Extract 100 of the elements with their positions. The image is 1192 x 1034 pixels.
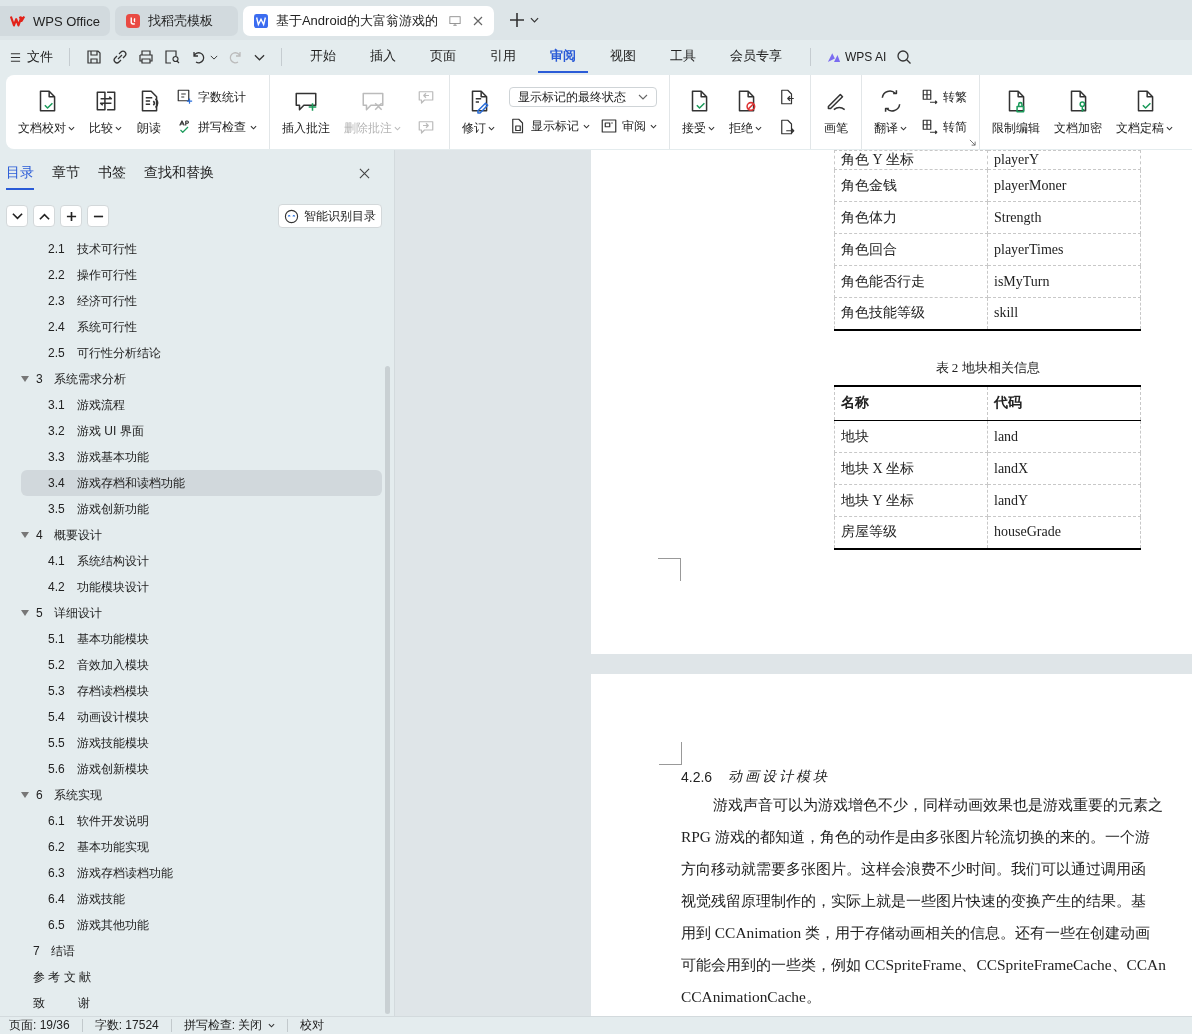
- expand-triangle-icon[interactable]: [21, 532, 29, 538]
- ribbon-tab[interactable]: 视图: [598, 41, 648, 73]
- toc-item[interactable]: 5.1 基本功能模块: [21, 626, 382, 652]
- document-tab[interactable]: 基于Android的大富翁游戏的: [242, 6, 494, 36]
- status-text: 字数: 17524: [94, 1017, 159, 1034]
- ribbon-tab[interactable]: 会员专享: [718, 41, 794, 73]
- toc-item[interactable]: 6.4 游戏技能: [21, 886, 382, 912]
- spell-check-status[interactable]: 拼写检查: 关闭: [183, 1017, 276, 1034]
- ribbon-button[interactable]: 画笔: [823, 87, 849, 137]
- toc-item[interactable]: 致 谢: [21, 990, 382, 1016]
- ribbon-button[interactable]: 字数统计: [176, 86, 246, 108]
- toc-item[interactable]: 4.1 系统结构设计: [21, 548, 382, 574]
- panel-tab[interactable]: 章节: [52, 156, 80, 190]
- collapse-button[interactable]: [6, 205, 28, 227]
- ai-button[interactable]: WPS AI: [827, 50, 887, 64]
- panel-tab[interactable]: 目录: [6, 156, 34, 190]
- ribbon-button[interactable]: 接受: [682, 87, 715, 137]
- toc-item[interactable]: 6.1 软件开发说明: [21, 808, 382, 834]
- panel-tab[interactable]: 查找和替换: [144, 156, 214, 190]
- document-tab[interactable]: WPS Office: [0, 6, 110, 36]
- toc-item[interactable]: 3.5 游戏创新功能: [21, 496, 382, 522]
- close-icon[interactable]: [471, 15, 484, 27]
- save-icon[interactable]: [86, 49, 102, 65]
- ribbon-button[interactable]: 审阅: [600, 115, 657, 137]
- ribbon-button[interactable]: 显示标记: [509, 115, 590, 137]
- ribbon-button[interactable]: 比较: [89, 87, 122, 137]
- toc-item[interactable]: 5.4 动画设计模块: [21, 704, 382, 730]
- caret-icon[interactable]: [254, 53, 265, 61]
- expand-triangle-icon[interactable]: [21, 376, 29, 382]
- toc-item[interactable]: 2.3 经济可行性: [21, 288, 382, 314]
- link-icon[interactable]: [112, 49, 128, 65]
- toc-item[interactable]: 3 系统需求分析: [21, 366, 382, 392]
- toc-item[interactable]: 6.5 游戏其他功能: [21, 912, 382, 938]
- ribbon-button[interactable]: 文档校对: [18, 87, 75, 137]
- close-icon[interactable]: [359, 167, 370, 179]
- toc-item[interactable]: 5.5 游戏技能模块: [21, 730, 382, 756]
- flame-app-icon: [124, 14, 141, 28]
- ribbon-tab[interactable]: 开始: [298, 41, 348, 73]
- ribbon-button[interactable]: 转简: [921, 116, 967, 138]
- caret-icon[interactable]: [210, 54, 218, 60]
- expand-triangle-icon[interactable]: [21, 792, 29, 798]
- toc-item[interactable]: 2.4 系统可行性: [21, 314, 382, 340]
- section-number: 3.1: [48, 398, 66, 412]
- tab-title: 找稻壳模板: [147, 12, 213, 30]
- undo-icon[interactable]: [190, 49, 206, 65]
- document-tab[interactable]: 找稻壳模板: [114, 6, 238, 36]
- print-icon[interactable]: [138, 49, 154, 65]
- file-menu-button[interactable]: 文件: [10, 48, 53, 66]
- ribbon-button[interactable]: 限制编辑: [992, 87, 1040, 137]
- toc-item[interactable]: 3.4 游戏存档和读档功能: [21, 470, 382, 496]
- toc-item[interactable]: 5.2 音效加入模块: [21, 652, 382, 678]
- ribbon-button[interactable]: 插入批注: [282, 87, 330, 137]
- ribbon-button[interactable]: 修订: [462, 87, 495, 137]
- expand-button[interactable]: [33, 205, 55, 227]
- print-preview-icon[interactable]: [164, 49, 180, 65]
- toc-item[interactable]: 6.3 游戏存档读档功能: [21, 860, 382, 886]
- caret-icon[interactable]: [529, 17, 539, 23]
- toc-item[interactable]: 3.2 游戏 UI 界面: [21, 418, 382, 444]
- ribbon-tab[interactable]: 页面: [418, 41, 468, 73]
- smart-toc-button[interactable]: 智能识别目录: [278, 204, 382, 228]
- ribbon-tab[interactable]: 审阅: [538, 41, 588, 73]
- toc-item[interactable]: 3.1 游戏流程: [21, 392, 382, 418]
- section-number: 3.5: [48, 502, 66, 516]
- toc-item[interactable]: 6.2 基本功能实现: [21, 834, 382, 860]
- expand-triangle-icon[interactable]: [21, 610, 29, 616]
- table-cell: isMyTurn: [987, 265, 1141, 298]
- toc-item[interactable]: 5.3 存档读档模块: [21, 678, 382, 704]
- add-button[interactable]: [60, 205, 82, 227]
- panel-tab[interactable]: 书签: [98, 156, 126, 190]
- ribbon-button[interactable]: 转繁: [921, 86, 967, 108]
- toc-item[interactable]: 4.2 功能模块设计: [21, 574, 382, 600]
- monitor-icon[interactable]: [448, 15, 461, 27]
- ribbon-button[interactable]: 文档加密: [1054, 87, 1102, 137]
- toc-item[interactable]: 6 系统实现: [21, 782, 382, 808]
- section-number: 2.5: [48, 346, 66, 360]
- scrollbar[interactable]: [385, 366, 390, 1014]
- toc-item[interactable]: 4 概要设计: [21, 522, 382, 548]
- ribbon-tab[interactable]: 引用: [478, 41, 528, 73]
- markup-view-dropdown[interactable]: 显示标记的最终状态: [509, 87, 657, 107]
- toc-item[interactable]: 2.2 操作可行性: [21, 262, 382, 288]
- ribbon-button[interactable]: 朗读: [136, 87, 162, 137]
- section-number: 7: [33, 944, 41, 958]
- toc-item[interactable]: 参 考 文 献: [21, 964, 382, 990]
- toc-item[interactable]: 5 详细设计: [21, 600, 382, 626]
- caret-icon: [268, 1023, 276, 1028]
- search-icon[interactable]: [896, 49, 913, 65]
- toc-item[interactable]: 2.1 技术可行性: [21, 236, 382, 262]
- toc-item[interactable]: 7 结语: [21, 938, 382, 964]
- column-header: 名称: [834, 385, 988, 421]
- toc-item[interactable]: 2.5 可行性分析结论: [21, 340, 382, 366]
- toc-item[interactable]: 5.6 游戏创新模块: [21, 756, 382, 782]
- ribbon-button[interactable]: 拒绝: [729, 87, 762, 137]
- ribbon-button[interactable]: 文档定稿: [1116, 87, 1173, 137]
- plus-icon[interactable]: [508, 12, 525, 28]
- ribbon-button[interactable]: 翻译: [874, 87, 907, 137]
- ribbon-button[interactable]: 拼写检查: [176, 116, 257, 138]
- ribbon-tab[interactable]: 插入: [358, 41, 408, 73]
- toc-item[interactable]: 3.3 游戏基本功能: [21, 444, 382, 470]
- ribbon-tab[interactable]: 工具: [658, 41, 708, 73]
- dialog-launcher-icon[interactable]: [969, 139, 976, 146]
